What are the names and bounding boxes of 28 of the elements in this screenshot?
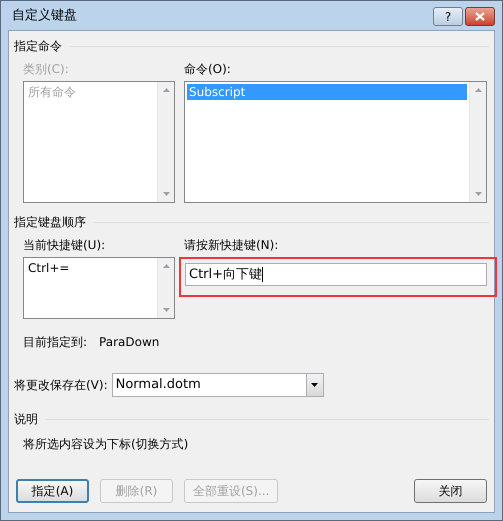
window-title: 自定义键盘 bbox=[11, 6, 77, 25]
scrollbar[interactable] bbox=[157, 258, 174, 318]
field-label: 类别(C): bbox=[23, 61, 70, 78]
scrollbar[interactable] bbox=[469, 82, 486, 202]
section-heading: 指定键盘顺序 bbox=[14, 214, 86, 231]
field-label: 将更改保存在(V): bbox=[14, 377, 108, 394]
list-item[interactable]: Ctrl+= bbox=[26, 260, 155, 276]
shortcut-input-field[interactable]: Ctrl+向下键 bbox=[185, 263, 487, 286]
section-heading: 说明 bbox=[14, 411, 38, 428]
field-label: 当前快捷键(U): bbox=[23, 237, 106, 254]
assigned-label: 目前指定到: bbox=[23, 334, 88, 351]
help-button[interactable]: ? bbox=[433, 7, 463, 26]
scroll-down-icon[interactable] bbox=[474, 192, 482, 196]
close-icon bbox=[475, 12, 485, 21]
dialog-button[interactable]: 指定(A) bbox=[16, 479, 89, 503]
section-heading: 指定命令 bbox=[14, 38, 62, 55]
list-box[interactable]: Ctrl+= bbox=[23, 257, 175, 319]
field-label: 请按新快捷键(N): bbox=[184, 237, 280, 254]
save-location-dropdown[interactable]: Normal.dotm bbox=[112, 373, 324, 397]
close-button[interactable] bbox=[465, 7, 495, 26]
dialog-button[interactable]: 关闭 bbox=[414, 479, 487, 503]
scroll-up-icon[interactable] bbox=[162, 264, 170, 268]
scroll-up-icon[interactable] bbox=[474, 88, 482, 92]
assigned-value: ParaDown bbox=[99, 334, 160, 351]
field-label: 命令(O): bbox=[184, 61, 232, 78]
scroll-down-icon[interactable] bbox=[162, 308, 170, 312]
dropdown-arrow-icon bbox=[311, 383, 318, 387]
description-text: 将所选内容设为下标(切换方式) bbox=[22, 436, 190, 453]
